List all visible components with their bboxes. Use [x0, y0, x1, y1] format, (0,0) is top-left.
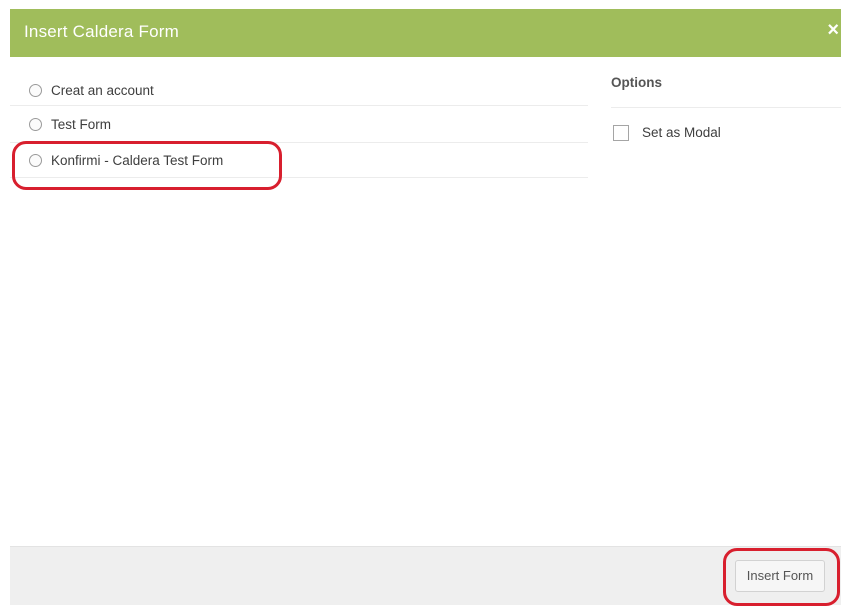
radio-button[interactable]: [29, 83, 42, 97]
close-icon[interactable]: ×: [827, 20, 839, 40]
form-list: Creat an account Test Form Konfirmi - Ca…: [10, 75, 588, 178]
dialog-titlebar: Insert Caldera Form ×: [10, 9, 841, 57]
form-option-test-form[interactable]: Test Form: [10, 106, 588, 143]
set-as-modal-checkbox[interactable]: [613, 125, 629, 141]
radio-button[interactable]: [29, 117, 42, 131]
dialog-title: Insert Caldera Form: [24, 22, 179, 41]
form-option-creat-an-account[interactable]: Creat an account: [10, 75, 588, 106]
form-option-label: Test Form: [51, 116, 112, 132]
dialog-footer: Insert Form: [10, 546, 841, 606]
set-as-modal-option[interactable]: Set as Modal: [611, 125, 841, 145]
insert-form-button[interactable]: Insert Form: [735, 560, 825, 592]
form-option-konfirmi-caldera-test-form[interactable]: Konfirmi - Caldera Test Form: [10, 143, 588, 178]
form-option-label: Konfirmi - Caldera Test Form: [51, 152, 224, 168]
options-heading: Options: [611, 75, 841, 108]
insert-caldera-form-dialog: Insert Caldera Form × Creat an account T…: [10, 9, 841, 606]
set-as-modal-label: Set as Modal: [642, 125, 721, 140]
options-panel: Options Set as Modal: [611, 75, 841, 145]
radio-button[interactable]: [29, 153, 42, 167]
form-option-label: Creat an account: [51, 82, 154, 98]
